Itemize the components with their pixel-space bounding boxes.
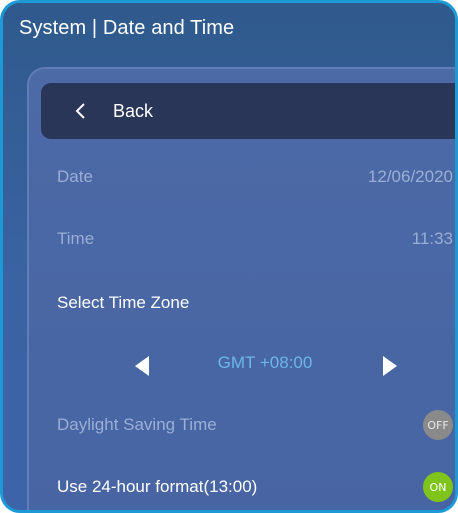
settings-panel: Back Date 12/06/2020 Time 11:33 Select T… [27, 67, 455, 510]
date-label: Date [57, 167, 93, 186]
page-title: System | Date and Time [19, 17, 235, 39]
time-label: Time [57, 229, 95, 248]
time-row[interactable]: Time 11:33 [57, 219, 453, 259]
date-value: 12/06/2020 [367, 167, 453, 186]
time-value: 11:33 [411, 229, 453, 248]
dst-label: Daylight Saving Time [57, 415, 217, 434]
dst-row[interactable]: Daylight Saving Time OFF [57, 405, 453, 445]
format24-row[interactable]: Use 24-hour format(13:00) ON [57, 467, 453, 507]
triangle-right-icon[interactable] [381, 355, 399, 377]
format24-label: Use 24-hour format(13:00) [57, 477, 258, 496]
back-label: Back [113, 100, 154, 121]
timezone-row[interactable]: Select Time Zone [57, 283, 453, 323]
settings-screen: System | Date and Time Back Date 12/06/2… [0, 0, 458, 513]
timezone-label: Select Time Zone [57, 293, 190, 312]
chevron-left-icon [71, 102, 89, 120]
format24-toggle[interactable]: ON [423, 472, 453, 502]
dst-toggle[interactable]: OFF [423, 410, 453, 440]
back-button[interactable]: Back [41, 83, 455, 139]
date-row[interactable]: Date 12/06/2020 [57, 157, 453, 197]
timezone-selector: GMT +08:00 [5, 345, 425, 385]
